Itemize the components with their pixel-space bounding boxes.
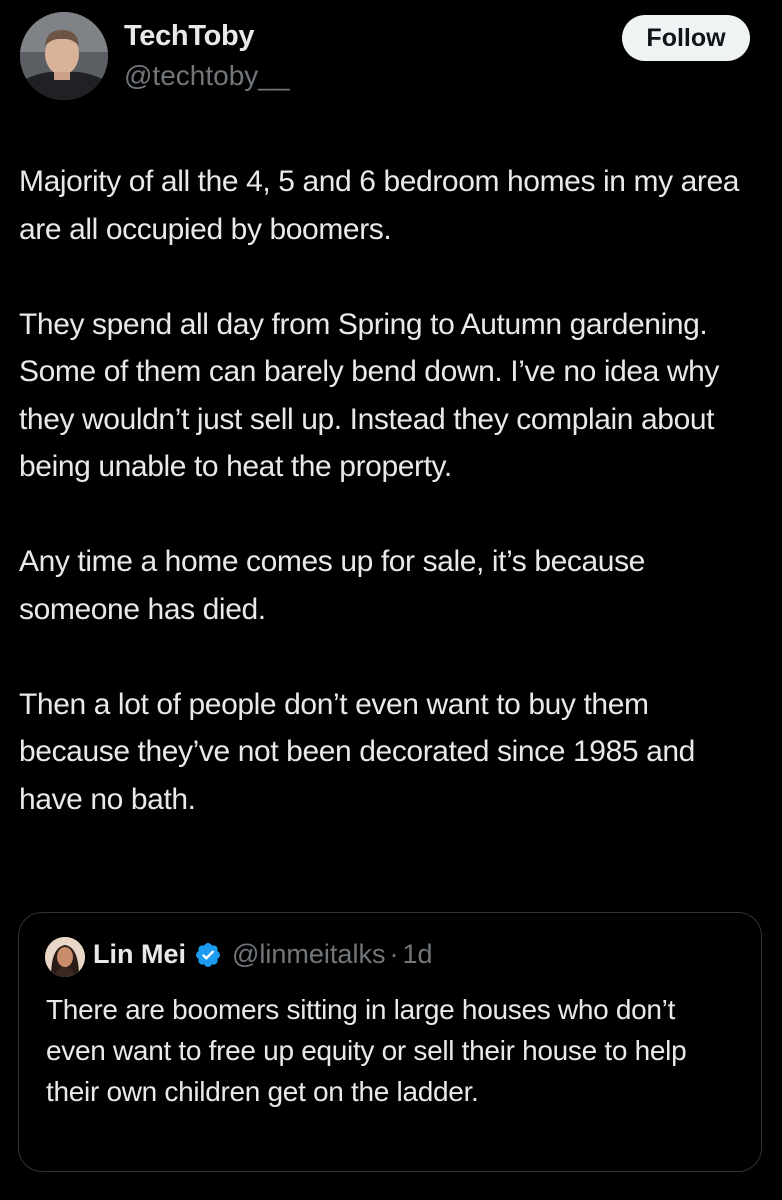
follow-button[interactable]: Follow [622, 15, 750, 61]
tweet-paragraph: They spend all day from Spring to Autumn… [19, 307, 720, 484]
quoted-tweet-text: There are boomers sitting in large house… [46, 994, 687, 1107]
tweet-paragraph: Any time a home comes up for sale, it’s … [19, 545, 645, 626]
tweet-paragraph: Majority of all the 4, 5 and 6 bedroom h… [19, 165, 740, 246]
quoted-tweet-header: Lin Mei @linmeitalks · 1d [93, 939, 433, 970]
quoted-author-avatar-image [45, 937, 85, 977]
verified-badge-icon [194, 941, 222, 969]
quoted-tweet-timestamp[interactable]: 1d [402, 939, 432, 970]
author-avatar-image [20, 12, 108, 100]
author-handle[interactable]: @techtoby__ [124, 60, 289, 92]
quoted-author-avatar[interactable] [45, 937, 85, 977]
separator-dot: · [389, 939, 399, 969]
quoted-author-handle[interactable]: @linmeitalks [232, 939, 385, 970]
author-name[interactable]: TechToby [124, 20, 255, 53]
quoted-tweet-card[interactable]: Lin Mei @linmeitalks · 1d There are boom… [18, 912, 762, 1172]
tweet-text: Majority of all the 4, 5 and 6 bedroom h… [19, 158, 764, 871]
quoted-author-name[interactable]: Lin Mei [93, 939, 186, 970]
author-avatar[interactable] [20, 12, 108, 100]
tweet-paragraph: Then a lot of people don’t even want to … [19, 687, 695, 816]
